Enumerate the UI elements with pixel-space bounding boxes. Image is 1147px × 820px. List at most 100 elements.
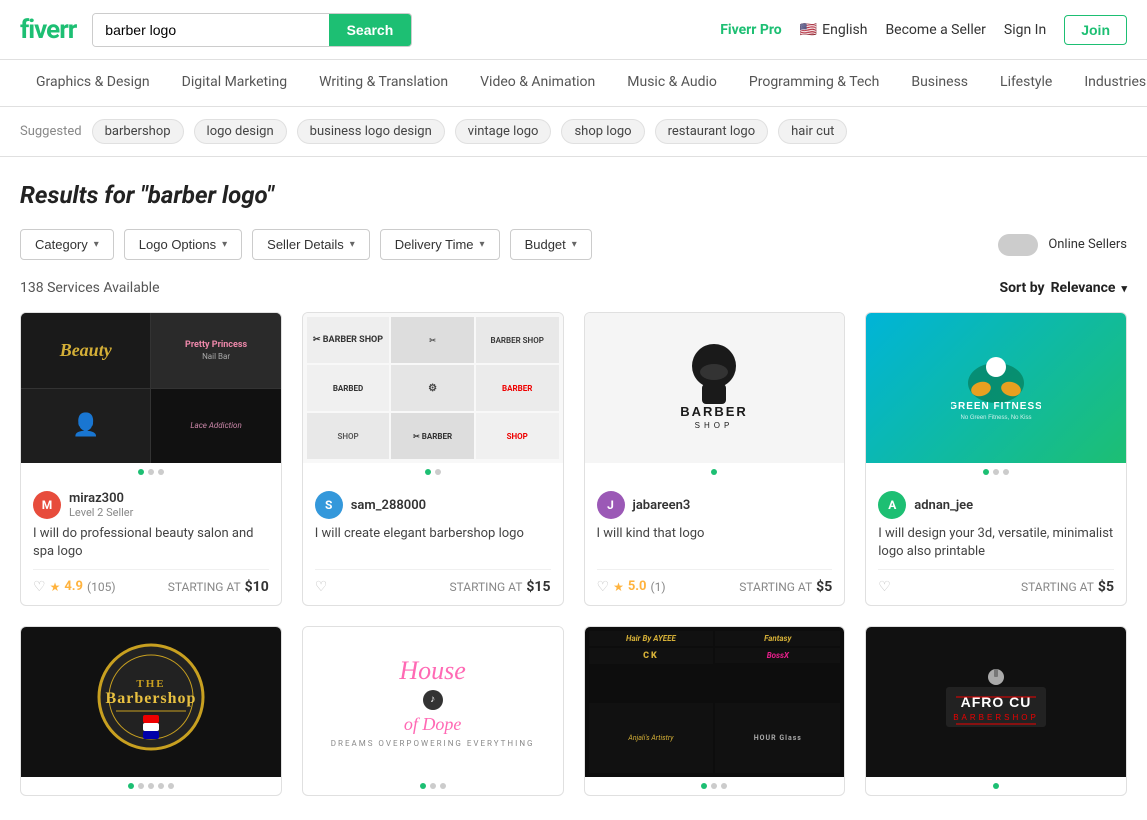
- results-title-prefix: Results for: [20, 181, 134, 209]
- heart-button-4[interactable]: ♡: [878, 578, 891, 595]
- gig-card-6[interactable]: House ♪ of Dope Dreams OverPowering Ever…: [302, 626, 564, 796]
- logo[interactable]: fiverr: [20, 15, 76, 45]
- gig-image-wrapper-5: THE Barbershop: [21, 627, 281, 795]
- dot: [138, 783, 144, 789]
- gig-thumbnail-1: Beauty Pretty Princess Nail Bar 👤 Lace A…: [21, 313, 281, 463]
- nav-graphics-design[interactable]: Graphics & Design: [20, 60, 166, 106]
- nav-business[interactable]: Business: [895, 60, 984, 106]
- seller-details-filter[interactable]: Seller Details ▾: [252, 229, 370, 260]
- delivery-time-label: Delivery Time: [395, 237, 474, 252]
- sort-value[interactable]: Relevance: [1051, 280, 1116, 296]
- budget-filter[interactable]: Budget ▾: [510, 229, 592, 260]
- seller-info-4: A adnan_jee: [878, 491, 1114, 519]
- results-query: "barber logo": [140, 181, 274, 209]
- gig-body-3: J jabareen3 I will kind that logo ♡ ★ 5.…: [585, 481, 845, 605]
- tag-shop-logo[interactable]: shop logo: [561, 119, 644, 144]
- carousel-dots-5: [21, 777, 281, 795]
- filters-bar: Category ▾ Logo Options ▾ Seller Details…: [20, 229, 1127, 260]
- chevron-down-icon: ▾: [222, 239, 227, 250]
- nav-writing-translation[interactable]: Writing & Translation: [303, 60, 464, 106]
- dot: [138, 469, 144, 475]
- search-input[interactable]: [93, 14, 328, 46]
- nav-digital-marketing[interactable]: Digital Marketing: [166, 60, 303, 106]
- gig-card-8[interactable]: AFRO CU BARBERSHOP: [865, 626, 1127, 796]
- seller-name-4[interactable]: adnan_jee: [914, 498, 973, 513]
- gig-image-wrapper-6: House ♪ of Dope Dreams OverPowering Ever…: [303, 627, 563, 795]
- category-label: Category: [35, 237, 88, 252]
- gig-card-7[interactable]: Hair By AYEEE CK Fantasy BossX: [584, 626, 846, 796]
- avatar-1: M: [33, 491, 61, 519]
- star-icon-3: ★: [613, 580, 624, 594]
- delivery-time-filter[interactable]: Delivery Time ▾: [380, 229, 500, 260]
- dot: [711, 783, 717, 789]
- toggle-switch[interactable]: [998, 234, 1038, 256]
- starting-at-label-2: STARTING AT: [449, 580, 522, 594]
- gig-card-1[interactable]: Beauty Pretty Princess Nail Bar 👤 Lace A…: [20, 312, 282, 606]
- gig-image-wrapper-8: AFRO CU BARBERSHOP: [866, 627, 1126, 795]
- starting-at-label-1: STARTING AT: [168, 580, 241, 594]
- price-section-4: STARTING AT $5: [1021, 579, 1114, 595]
- fiverr-pro-link[interactable]: Fiverr Pro: [720, 22, 782, 38]
- dot: [1003, 469, 1009, 475]
- chevron-down-icon: ▾: [572, 239, 577, 250]
- avatar-3: J: [597, 491, 625, 519]
- gig-card-5[interactable]: THE Barbershop: [20, 626, 282, 796]
- gig-thumbnail-7: Hair By AYEEE CK Fantasy BossX: [585, 627, 845, 777]
- tag-restaurant-logo[interactable]: restaurant logo: [655, 119, 769, 144]
- logo-options-filter[interactable]: Logo Options ▾: [124, 229, 242, 260]
- seller-level-1: Level 2 Seller: [69, 506, 133, 519]
- heart-button-1[interactable]: ♡: [33, 578, 46, 595]
- nav-music-audio[interactable]: Music & Audio: [611, 60, 733, 106]
- svg-text:SHOP: SHOP: [695, 421, 734, 430]
- rating-score-3: 5.0: [628, 579, 647, 594]
- join-button[interactable]: Join: [1064, 15, 1127, 45]
- gig-body-2: S sam_288000 I will create elegant barbe…: [303, 481, 563, 605]
- gig-footer-2: ♡ STARTING AT $15: [315, 569, 551, 595]
- language-selector[interactable]: 🇺🇸 English: [800, 22, 868, 38]
- price-value-3: $5: [816, 579, 832, 595]
- carousel-dots-2: [303, 463, 563, 481]
- search-button[interactable]: Search: [329, 14, 412, 46]
- round-barbershop-svg: THE Barbershop: [91, 637, 211, 767]
- dot: [711, 469, 717, 475]
- nav-industries[interactable]: Industries: [1068, 60, 1147, 106]
- sort-by: Sort by Relevance ▾: [1000, 280, 1127, 296]
- gig-body-4: A adnan_jee I will design your 3d, versa…: [866, 481, 1126, 605]
- dot: [721, 783, 727, 789]
- gig-body-1: M miraz300 Level 2 Seller I will do prof…: [21, 481, 281, 605]
- gig-title-3: I will kind that logo: [597, 525, 833, 561]
- seller-name-1[interactable]: miraz300: [69, 491, 133, 506]
- seller-name-3[interactable]: jabareen3: [633, 498, 691, 513]
- nav-lifestyle[interactable]: Lifestyle: [984, 60, 1068, 106]
- nav-video-animation[interactable]: Video & Animation: [464, 60, 611, 106]
- svg-text:Barbershop: Barbershop: [105, 690, 196, 707]
- nav-programming-tech[interactable]: Programming & Tech: [733, 60, 895, 106]
- chevron-down-icon: ▾: [350, 239, 355, 250]
- sign-in-link[interactable]: Sign In: [1004, 22, 1046, 38]
- gig-thumbnail-2: ✂ BARBER SHOP ✂ BARBER SHOP BARBED ⚙ BAR…: [303, 313, 563, 463]
- rating-1: ♡ ★ 4.9 (105): [33, 578, 116, 595]
- gig-card-3[interactable]: BARBER SHOP J jabareen3 I will kind that…: [584, 312, 846, 606]
- svg-text:THE: THE: [136, 678, 165, 690]
- afro-cuts-svg: AFRO CU BARBERSHOP: [936, 662, 1056, 742]
- carousel-dots-8: [866, 777, 1126, 795]
- gig-card-4[interactable]: GREEN FITNESS No Green Fitness, No Kiss …: [865, 312, 1127, 606]
- gig-card-2[interactable]: ✂ BARBER SHOP ✂ BARBER SHOP BARBED ⚙ BAR…: [302, 312, 564, 606]
- chevron-down-icon[interactable]: ▾: [1121, 282, 1127, 295]
- tag-logo-design[interactable]: logo design: [194, 119, 287, 144]
- tag-business-logo-design[interactable]: business logo design: [297, 119, 445, 144]
- tag-vintage-logo[interactable]: vintage logo: [455, 119, 552, 144]
- dot: [128, 783, 134, 789]
- tag-barbershop[interactable]: barbershop: [92, 119, 184, 144]
- seller-name-2[interactable]: sam_288000: [351, 498, 426, 513]
- gig-thumbnail-4: GREEN FITNESS No Green Fitness, No Kiss: [866, 313, 1126, 463]
- price-section-1: STARTING AT $10: [168, 579, 269, 595]
- gig-title-4: I will design your 3d, versatile, minima…: [878, 525, 1114, 561]
- tag-hair-cut[interactable]: hair cut: [778, 119, 847, 144]
- gig-thumbnail-3: BARBER SHOP: [585, 313, 845, 463]
- heart-button-3[interactable]: ♡: [597, 578, 610, 595]
- become-seller-link[interactable]: Become a Seller: [885, 22, 985, 38]
- dot: [983, 469, 989, 475]
- heart-button-2[interactable]: ♡: [315, 578, 328, 595]
- category-filter[interactable]: Category ▾: [20, 229, 114, 260]
